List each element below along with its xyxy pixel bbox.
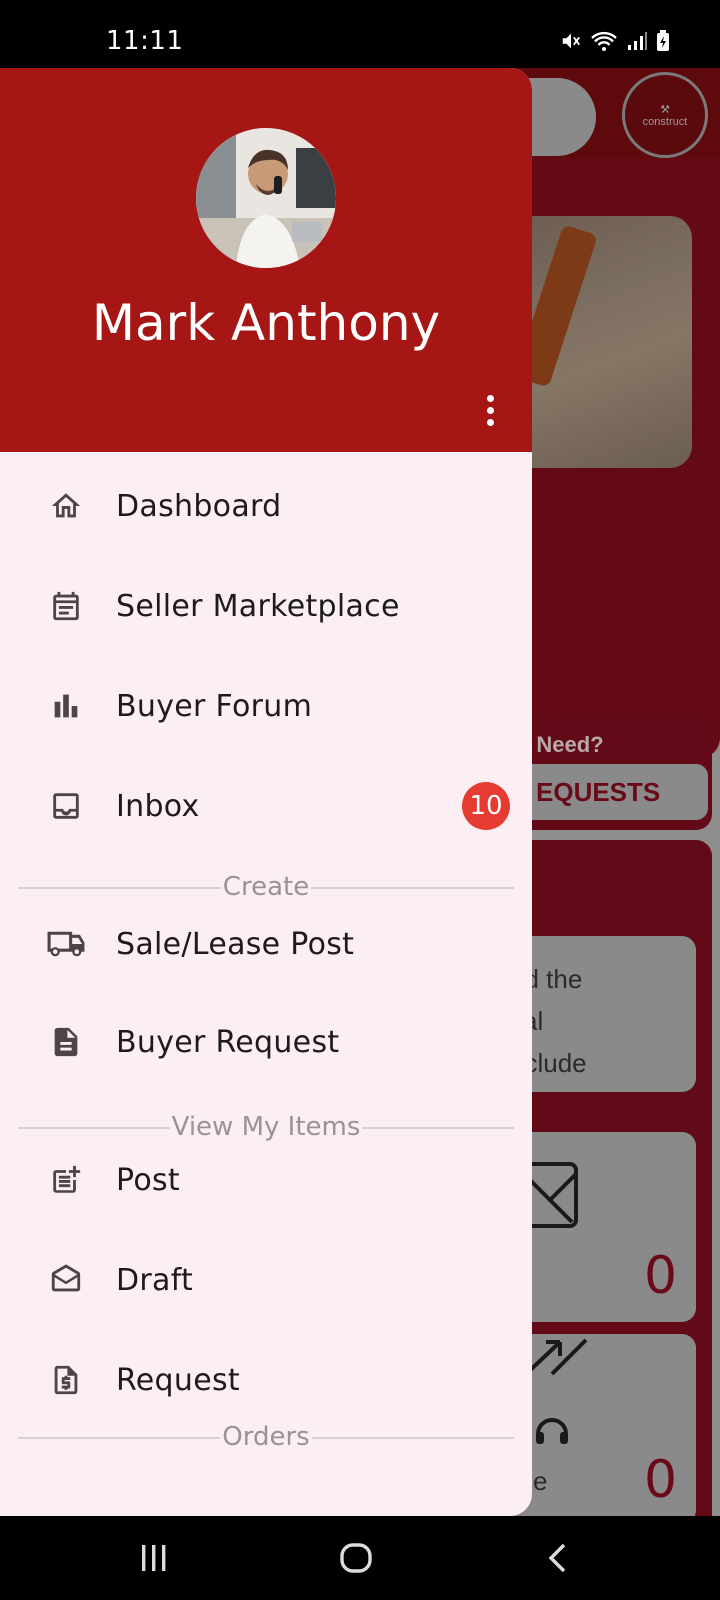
more-options-button[interactable] [476, 388, 504, 432]
status-icons [560, 30, 670, 52]
bar-chart-icon [48, 688, 84, 724]
recent-apps-button[interactable] [132, 1536, 176, 1580]
home-circle-icon [340, 1543, 372, 1573]
avatar-image [196, 128, 336, 268]
drawer-header: Mark Anthony [0, 68, 532, 452]
dot [486, 418, 494, 426]
battery-icon [657, 30, 669, 51]
menu-label: Draft [116, 1262, 194, 1298]
signal-icon [628, 32, 647, 50]
menu-item-buyer-forum[interactable]: Buyer Forum [0, 658, 532, 754]
wifi-icon [591, 31, 617, 51]
calendar-icon [48, 588, 84, 624]
menu-label: Sale/Lease Post [116, 926, 355, 962]
navigation-drawer: Mark Anthony Dashboard Seller Marketplac… [0, 68, 532, 1516]
menu-item-buyer-request[interactable]: Buyer Request [0, 994, 532, 1090]
dot [486, 394, 494, 402]
section-divider-orders: Orders [18, 1422, 514, 1452]
status-time: 11:11 [106, 26, 184, 56]
section-label: Orders [220, 1422, 312, 1452]
menu-label: Buyer Forum [116, 688, 313, 724]
user-name: Mark Anthony [91, 294, 441, 352]
menu-label: Inbox [116, 788, 200, 824]
menu-label: Seller Marketplace [116, 588, 400, 624]
back-icon [548, 1543, 566, 1573]
background-logo: ⚒ construct [622, 72, 708, 158]
menu-label: Request [116, 1362, 240, 1398]
inbox-count-badge: 10 [462, 782, 510, 830]
menu-item-request[interactable]: Request [0, 1332, 532, 1428]
background-logo-text: construct [642, 115, 688, 128]
background-count: 0 [644, 1246, 678, 1306]
request-quote-icon [48, 1362, 84, 1398]
background-count: 0 [644, 1450, 678, 1510]
truck-icon [46, 926, 86, 962]
menu-item-dashboard[interactable]: Dashboard [0, 458, 532, 554]
menu-label: Dashboard [116, 488, 282, 524]
recent-apps-icon [142, 1545, 166, 1571]
avatar[interactable] [196, 128, 336, 268]
menu-item-post[interactable]: Post [0, 1132, 532, 1228]
headset-icon [536, 1418, 568, 1444]
back-button[interactable] [536, 1536, 580, 1580]
mute-icon [562, 33, 580, 49]
menu-item-draft[interactable]: Draft [0, 1232, 532, 1328]
menu-item-inbox[interactable]: Inbox 10 [0, 758, 532, 854]
background-requests-button: EQUESTS [520, 762, 710, 822]
home-button[interactable] [334, 1536, 378, 1580]
post-add-icon [48, 1162, 84, 1198]
document-icon [48, 1024, 84, 1060]
status-bar: 11:11 [0, 0, 720, 68]
system-navigation-bar [0, 1516, 720, 1600]
drafts-icon [48, 1262, 84, 1298]
menu-item-sale-lease-post[interactable]: Sale/Lease Post [0, 896, 532, 992]
menu-label: Post [116, 1162, 180, 1198]
home-icon [48, 488, 84, 524]
dot [486, 406, 494, 414]
hammer-icon: ⚒ [660, 103, 670, 116]
menu-item-seller-marketplace[interactable]: Seller Marketplace [0, 558, 532, 654]
inbox-icon [48, 788, 84, 824]
menu-label: Buyer Request [116, 1024, 340, 1060]
